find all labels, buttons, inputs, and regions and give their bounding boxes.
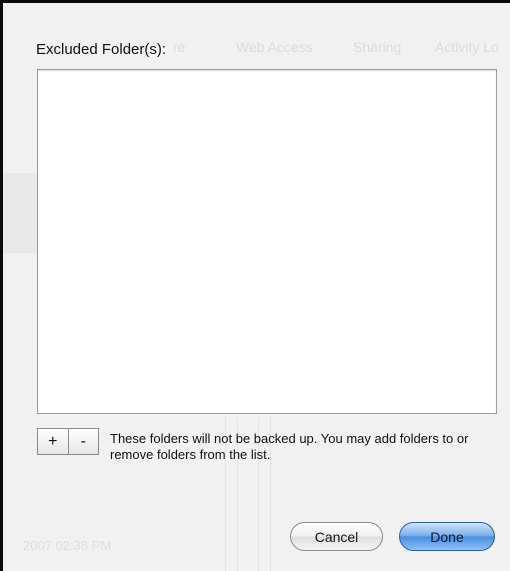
remove-folder-button[interactable]: - [67, 429, 99, 454]
help-text: These folders will not be backed up. You… [110, 431, 469, 462]
excluded-folders-sheet: re Web Access Sharing Activity Lo 2007 0… [3, 3, 510, 571]
excluded-folders-list[interactable] [37, 69, 497, 414]
add-folder-button[interactable]: + [38, 429, 68, 454]
background-tab: re [173, 39, 186, 55]
background-tab: Sharing [353, 39, 402, 55]
background-tab: Web Access [236, 39, 313, 55]
background-tab: Activity Lo [435, 39, 499, 55]
background-panel [3, 173, 38, 253]
cancel-button[interactable]: Cancel [290, 522, 383, 551]
add-remove-control: + - [37, 428, 99, 455]
background-timestamp: 2007 02:38 PM [23, 538, 112, 553]
dialog-title: Excluded Folder(s): [36, 41, 167, 58]
done-button[interactable]: Done [399, 522, 495, 551]
